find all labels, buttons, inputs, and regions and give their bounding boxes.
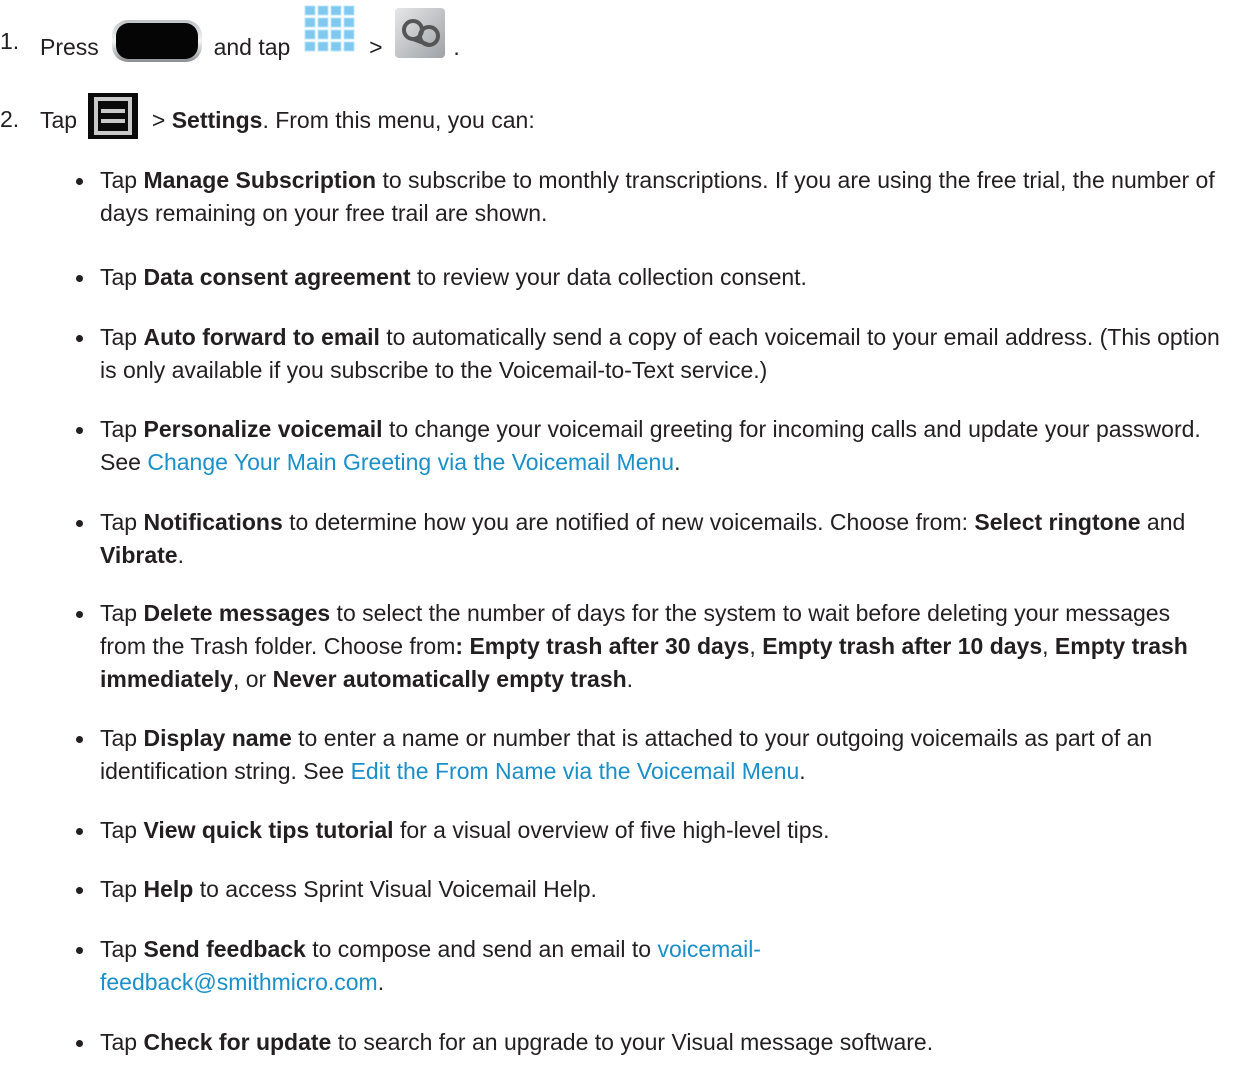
bullet-dot xyxy=(76,178,83,185)
list-item: Tap Personalize voicemail to change your… xyxy=(76,413,1220,479)
from-name-link[interactable]: Edit the From Name via the Voicemail Men… xyxy=(351,758,800,784)
item-text: and xyxy=(1140,509,1186,535)
list-item: Tap Manage Subscription to subscribe to … xyxy=(76,164,1220,230)
option-name: Empty trash after 30 days xyxy=(463,633,750,659)
settings-label: Settings xyxy=(171,107,263,134)
item-text: Tap xyxy=(100,509,144,535)
item-text: . xyxy=(799,758,806,784)
item-text: Tap xyxy=(100,817,144,843)
item-text: for a visual overview of five high-level… xyxy=(393,817,830,843)
bullet-dot xyxy=(76,1040,83,1047)
option-name: Never automatically empty trash xyxy=(272,666,627,692)
voicemail-icon xyxy=(393,6,447,66)
option-name: View quick tips tutorial xyxy=(143,817,394,843)
feedback-email-link[interactable]: voicemail- xyxy=(657,936,761,962)
item-text: Tap xyxy=(100,725,144,751)
option-name: Vibrate xyxy=(100,542,178,568)
option-name: Notifications xyxy=(143,509,283,535)
bullet-dot xyxy=(76,520,83,527)
item-text: . xyxy=(377,969,385,995)
step-text: > xyxy=(151,107,166,134)
option-name: Manage Subscription xyxy=(143,167,377,193)
bullet-dot xyxy=(76,335,83,342)
item-text: . xyxy=(177,542,184,568)
item-text: to review your data collection consent. xyxy=(410,264,807,290)
list-item: Tap Check for update to search for an up… xyxy=(76,1026,1220,1059)
step-text: > xyxy=(369,34,383,61)
greeting-link[interactable]: Change Your Main Greeting via the Voicem… xyxy=(147,449,674,475)
list-item: Tap View quick tips tutorial for a visua… xyxy=(76,814,1220,847)
item-text: , xyxy=(749,633,763,659)
option-name: Send feedback xyxy=(143,936,306,962)
step-2-text: Tap > Settings. From this menu, you can: xyxy=(40,92,535,146)
bullet-dot xyxy=(76,427,83,434)
option-name: Auto forward to email xyxy=(143,324,380,350)
option-name: Select ringtone xyxy=(974,509,1141,535)
option-name: Empty trash after 10 days xyxy=(762,633,1043,659)
apps-grid-icon xyxy=(301,2,359,66)
item-text: to determine how you are notified of new… xyxy=(282,509,975,535)
option-name: Delete messages xyxy=(143,600,331,626)
item-text: . xyxy=(674,449,681,475)
item-text: Tap xyxy=(100,416,144,442)
item-text: to access Sprint Visual Voicemail Help. xyxy=(193,876,597,902)
item-text: to compose and send an email to xyxy=(305,936,658,962)
step-text: Press xyxy=(40,34,99,61)
list-item: Tap Auto forward to email to automatical… xyxy=(76,321,1220,387)
list-item: Tap Help to access Sprint Visual Voicema… xyxy=(76,873,1220,906)
step-1-text: Press and tap > . xyxy=(40,5,460,76)
step-number: 2. xyxy=(0,106,20,132)
bullet-dot xyxy=(76,828,83,835)
option-name: Check for update xyxy=(143,1029,332,1055)
list-item: Tap Send feedback to compose and send an… xyxy=(76,933,1220,999)
item-text: Tap xyxy=(100,324,144,350)
step-text: and tap xyxy=(213,34,291,61)
bullet-dot xyxy=(76,947,83,954)
bullet-dot xyxy=(76,611,83,618)
step-text: . xyxy=(453,34,460,61)
feedback-email-link[interactable]: feedback@smithmicro.com xyxy=(100,969,378,995)
item-text: Tap xyxy=(100,600,144,626)
item-text: . xyxy=(626,666,634,692)
item-text: , or xyxy=(232,666,273,692)
bullet-dot xyxy=(76,887,83,894)
step-text: . From this menu, you can: xyxy=(262,107,535,134)
item-text: Tap xyxy=(100,167,144,193)
bullet-dot xyxy=(76,275,83,282)
list-item: Tap Display name to enter a name or numb… xyxy=(76,722,1220,788)
item-text: : xyxy=(455,633,464,659)
option-name: Display name xyxy=(143,725,292,751)
home-key-icon xyxy=(111,19,203,69)
option-name: Help xyxy=(143,876,194,902)
item-text: , xyxy=(1042,633,1055,659)
item-text: to search for an upgrade to your Visual … xyxy=(331,1029,934,1055)
option-name: Data consent agreement xyxy=(143,264,411,290)
list-item: Tap Notifications to determine how you a… xyxy=(76,506,1220,572)
list-item: Tap Delete messages to select the number… xyxy=(76,597,1220,696)
item-text: Tap xyxy=(100,876,144,902)
step-number: 1. xyxy=(0,28,20,54)
step-text: Tap xyxy=(40,107,78,134)
menu-key-icon xyxy=(87,92,139,146)
bullet-dot xyxy=(76,736,83,743)
option-name: Personalize voicemail xyxy=(143,416,383,442)
document-page: { "step1": { "number": "1.", "press": "P… xyxy=(0,0,1238,1092)
item-text: Tap xyxy=(100,936,144,962)
item-text: Tap xyxy=(100,1029,144,1055)
item-text: Tap xyxy=(100,264,144,290)
list-item: Tap Data consent agreement to review you… xyxy=(76,261,1220,294)
